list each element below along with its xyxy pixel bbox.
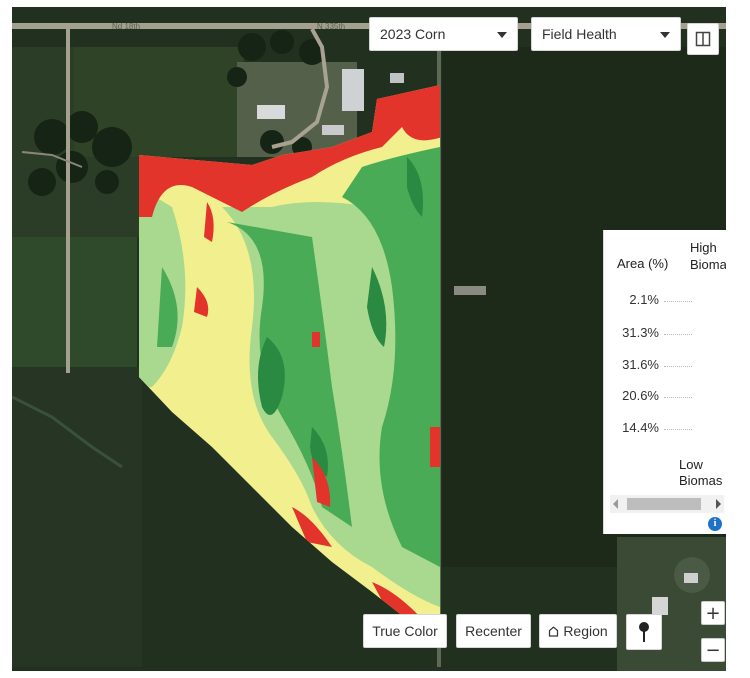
legend-swatch-line xyxy=(664,429,692,430)
info-icon[interactable]: i xyxy=(708,517,722,531)
pin-button[interactable] xyxy=(626,614,662,650)
legend-swatch-line xyxy=(664,366,692,367)
barn-roof xyxy=(390,73,404,83)
legend-value: 2.1% xyxy=(629,292,659,307)
season-select[interactable]: 2023 Corn xyxy=(369,17,518,51)
map-pin-icon xyxy=(639,622,649,642)
region-button-label: Region xyxy=(563,623,608,639)
barn-roof xyxy=(342,69,364,111)
zoom-out-button[interactable]: − xyxy=(701,638,725,662)
barn-roof xyxy=(257,105,285,119)
recenter-button[interactable]: Recenter xyxy=(456,614,531,648)
scrollbar-thumb[interactable] xyxy=(627,498,701,510)
chevron-down-icon xyxy=(660,32,670,38)
legend-low-label: Low Biomas xyxy=(679,457,723,488)
legend-swatch-line xyxy=(664,301,692,302)
true-color-button[interactable]: True Color xyxy=(363,614,447,648)
zoom-in-button[interactable]: + xyxy=(701,601,725,625)
road-label: Nd 18th xyxy=(112,22,140,31)
season-select-value: 2023 Corn xyxy=(380,26,446,42)
scroll-right-icon[interactable] xyxy=(716,499,721,509)
layer-select-value: Field Health xyxy=(542,26,617,42)
region-icon xyxy=(549,625,559,637)
legend-scrollbar[interactable] xyxy=(610,495,724,513)
split-view-button[interactable] xyxy=(687,23,719,55)
legend-value: 31.6% xyxy=(622,357,659,372)
road xyxy=(66,23,70,373)
legend-area-header: Area (%) xyxy=(617,256,669,271)
legend-panel: Area (%) High Biomas 2.1% 31.3% 31.6% 20… xyxy=(603,230,726,534)
road-label: N 335th xyxy=(317,22,345,31)
scroll-left-icon[interactable] xyxy=(613,499,618,509)
legend-value: 31.3% xyxy=(622,325,659,340)
legend-high-label: High Biomas xyxy=(690,240,726,272)
region-button[interactable]: Region xyxy=(539,614,617,648)
legend-swatch-line xyxy=(664,334,692,335)
legend-value: 14.4% xyxy=(622,420,659,435)
legend-swatch-line xyxy=(664,397,692,398)
barn-roof xyxy=(322,125,344,135)
split-view-icon xyxy=(695,31,711,47)
layer-select[interactable]: Field Health xyxy=(531,17,681,51)
chevron-down-icon xyxy=(497,32,507,38)
legend-value: 20.6% xyxy=(622,388,659,403)
